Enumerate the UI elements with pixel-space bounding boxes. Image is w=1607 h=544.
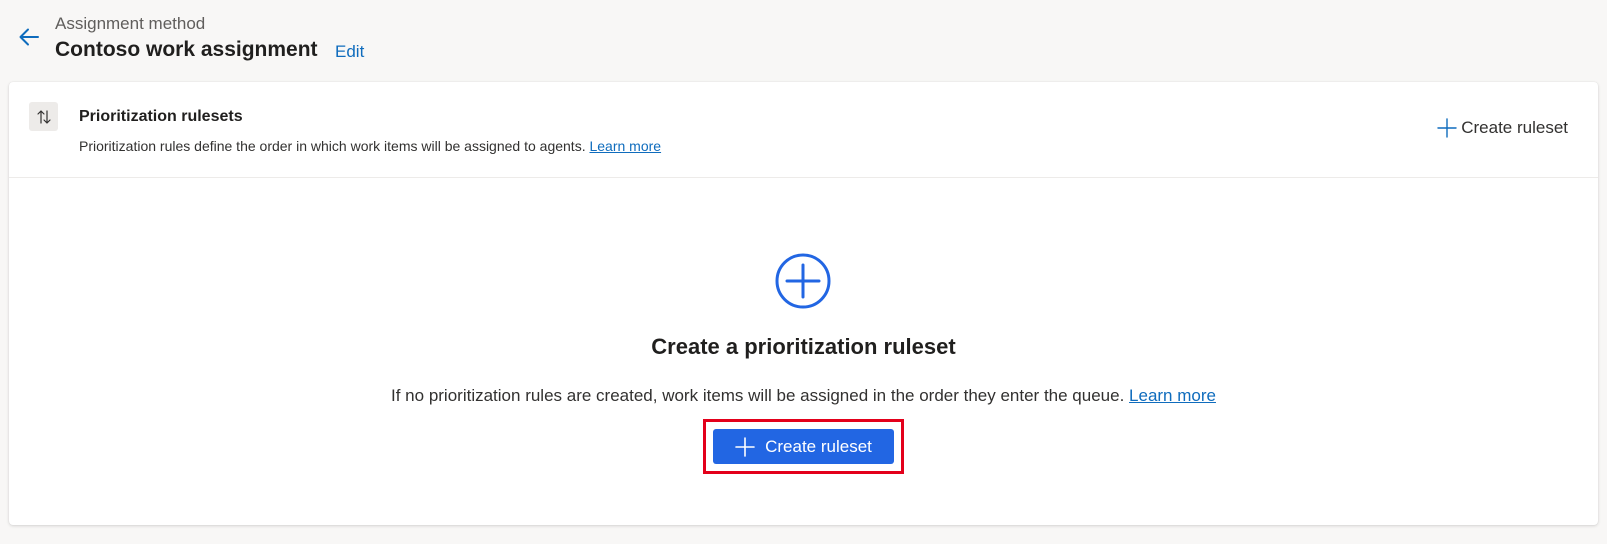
create-ruleset-toolbar-label: Create ruleset xyxy=(1461,118,1568,137)
page-header: Assignment method Contoso work assignmen… xyxy=(0,0,1607,82)
section-description-text: Prioritization rules define the order in… xyxy=(79,138,586,154)
section-title: Prioritization rulesets xyxy=(79,108,243,125)
create-ruleset-toolbar-button[interactable]: Create ruleset xyxy=(1437,118,1568,138)
create-ruleset-button[interactable]: Create ruleset xyxy=(713,429,894,464)
highlight-box: Create ruleset xyxy=(703,419,904,474)
section-header: Prioritization rulesets Prioritization r… xyxy=(9,82,1598,178)
add-circle-icon xyxy=(775,253,831,309)
create-ruleset-button-label: Create ruleset xyxy=(765,436,872,456)
sort-arrows-icon xyxy=(29,102,58,131)
arrow-left-icon xyxy=(19,28,39,46)
prioritization-card: Prioritization rulesets Prioritization r… xyxy=(9,82,1598,525)
section-description: Prioritization rules define the order in… xyxy=(79,138,661,154)
empty-state-learn-more-link[interactable]: Learn more xyxy=(1129,386,1216,405)
empty-state-description: If no prioritization rules are created, … xyxy=(9,386,1598,406)
empty-state-description-text: If no prioritization rules are created, … xyxy=(391,386,1125,405)
back-button[interactable] xyxy=(16,24,42,50)
empty-state-title: Create a prioritization ruleset xyxy=(651,334,956,359)
plus-icon xyxy=(735,436,755,457)
learn-more-link[interactable]: Learn more xyxy=(589,138,661,154)
breadcrumb-subtitle: Assignment method xyxy=(55,14,206,33)
edit-link[interactable]: Edit xyxy=(335,42,364,62)
page-title: Contoso work assignment xyxy=(55,38,318,61)
plus-icon xyxy=(1437,118,1457,138)
